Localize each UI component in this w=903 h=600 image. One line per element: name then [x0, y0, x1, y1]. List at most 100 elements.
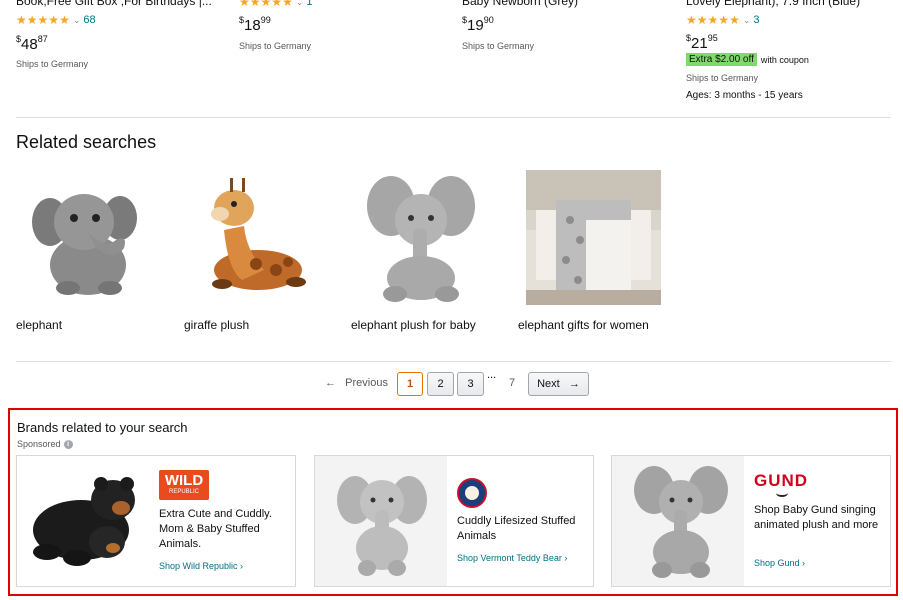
previous-label: Previous: [345, 377, 388, 389]
price-fraction: 99: [260, 15, 271, 25]
star-half-icon: ★: [59, 13, 70, 27]
chevron-down-icon[interactable]: ⌄: [743, 15, 751, 26]
star-full-icon: ★: [16, 13, 27, 27]
star-full-icon: ★: [249, 0, 261, 9]
last-page-number[interactable]: 7: [509, 377, 515, 389]
star-full-icon: ★: [260, 0, 272, 9]
logo-seal: [457, 478, 487, 508]
price-whole: 18: [244, 17, 261, 34]
baby-elephant-plush-image[interactable]: [351, 170, 486, 305]
shipping-info: Ships to Germany: [686, 73, 759, 83]
price-whole: 19: [467, 17, 484, 34]
wild-republic-logo[interactable]: WILD REPUBLIC: [159, 470, 209, 500]
product-price[interactable]: $1990: [462, 15, 494, 34]
coupon-badge[interactable]: Extra $2.00 off: [686, 53, 757, 66]
star-full-icon: ★: [282, 0, 293, 9]
elephant-blanket-image[interactable]: [526, 170, 661, 305]
product-price[interactable]: $2195: [686, 33, 718, 52]
brands-related-section: Brands related to your search Sponsored …: [8, 408, 898, 596]
price-fraction: 95: [707, 33, 718, 43]
star-full-icon: ★: [729, 13, 740, 27]
next-page-button[interactable]: Next →: [528, 372, 589, 396]
coupon-offer[interactable]: Extra $2.00 off with coupon: [686, 53, 809, 66]
star-full-icon: ★: [37, 13, 49, 27]
logo-text: GUND: [754, 471, 809, 490]
brands-section-title: Brands related to your search: [17, 420, 188, 435]
related-search-label[interactable]: elephant gifts for women: [518, 318, 649, 332]
chevron-down-icon[interactable]: ⌄: [296, 0, 304, 8]
related-search-label[interactable]: elephant plush for baby: [351, 318, 476, 332]
elephant-plush-image[interactable]: [16, 170, 151, 305]
product-price[interactable]: $1899: [239, 15, 271, 34]
section-divider: [16, 361, 891, 362]
star-full-icon: ★: [707, 13, 719, 27]
black-bear-plush-image[interactable]: [17, 456, 149, 586]
currency-symbol: $: [686, 33, 692, 43]
sponsored-text: Sponsored: [17, 439, 61, 449]
related-search-elephant-plush-for-baby[interactable]: elephant plush for baby: [351, 170, 501, 332]
related-search-giraffe-plush[interactable]: giraffe plush: [184, 170, 334, 332]
currency-symbol: $: [16, 34, 22, 44]
product-rating[interactable]: ★ ★ ★ ★ ★ ⌄ 1: [239, 0, 313, 9]
star-full-icon: ★: [271, 0, 283, 9]
page-number: 1: [406, 378, 414, 390]
product-title[interactable]: Lovely Elephant), 7.9 Inch (Blue): [686, 0, 860, 8]
brand-card-wild-republic[interactable]: WILD REPUBLIC Extra Cute and Cuddly. Mom…: [16, 455, 296, 587]
product-title[interactable]: Baby Newborn (Grey): [462, 0, 578, 8]
age-range: Ages: 3 months - 15 years: [686, 90, 803, 101]
previous-page-button[interactable]: ← Previous: [325, 377, 388, 389]
rating-count[interactable]: 1: [306, 0, 312, 8]
page-2-button[interactable]: 2: [427, 372, 454, 396]
star-full-icon: ★: [48, 13, 60, 27]
product-rating[interactable]: ★ ★ ★ ★ ★ ⌄ 3: [686, 13, 760, 27]
bear-icon: [465, 486, 479, 500]
star-full-icon: ★: [26, 13, 38, 27]
gray-elephant-plush-image[interactable]: [315, 456, 447, 586]
product-title[interactable]: Book,Free Gift Box ,For Birthdays |...: [16, 0, 212, 8]
shipping-info: Ships to Germany: [239, 41, 312, 51]
related-search-label[interactable]: elephant: [16, 318, 62, 332]
brand-description: Shop Baby Gund singing animated plush an…: [754, 504, 879, 531]
section-divider: [16, 117, 891, 118]
brand-description: Extra Cute and Cuddly. Mom & Baby Stuffe…: [159, 508, 272, 550]
rating-count[interactable]: 68: [83, 14, 95, 26]
price-fraction: 87: [37, 34, 48, 44]
arrow-left-icon: ←: [325, 377, 336, 389]
page-number: 3: [467, 378, 474, 390]
related-searches-heading: Related searches: [16, 132, 157, 152]
shipping-info: Ships to Germany: [462, 41, 535, 51]
vermont-teddy-bear-logo[interactable]: [457, 478, 489, 510]
page-3-button[interactable]: 3: [457, 372, 484, 396]
related-search-elephant-gifts-for-women[interactable]: elephant gifts for women: [518, 170, 668, 332]
star-full-icon: ★: [239, 0, 250, 9]
star-full-icon: ★: [696, 13, 708, 27]
star-full-icon: ★: [686, 13, 697, 27]
arrow-right-icon: →: [568, 378, 580, 390]
product-rating[interactable]: ★ ★ ★ ★ ★ ⌄ 68: [16, 13, 96, 27]
related-search-label[interactable]: giraffe plush: [184, 318, 249, 332]
sponsored-label[interactable]: Sponsored i: [17, 439, 73, 449]
gund-logo[interactable]: GUND: [754, 472, 814, 498]
shipping-info: Ships to Germany: [16, 59, 89, 69]
brand-card-vermont-teddy-bear[interactable]: Cuddly Lifesized Stuffed Animals Shop Ve…: [314, 455, 594, 587]
chevron-down-icon[interactable]: ⌄: [73, 15, 81, 26]
giraffe-plush-image[interactable]: [184, 170, 319, 305]
shop-brand-link[interactable]: Shop Vermont Teddy Bear ›: [457, 553, 567, 563]
bear-face-icon: [776, 489, 788, 497]
product-price[interactable]: $4887: [16, 34, 48, 53]
price-whole: 48: [21, 36, 38, 53]
logo-text: WILD: [164, 472, 204, 489]
next-label: Next: [537, 378, 560, 390]
elephant-plush-gund-image[interactable]: [612, 456, 744, 586]
pagination-ellipsis: ...: [487, 369, 497, 381]
rating-count[interactable]: 3: [753, 14, 759, 26]
shop-brand-link[interactable]: Shop Wild Republic ›: [159, 561, 243, 571]
info-icon[interactable]: i: [63, 439, 73, 449]
page-1-button[interactable]: 1: [397, 372, 423, 396]
logo-subtext: REPUBLIC: [168, 489, 199, 495]
shop-brand-link[interactable]: Shop Gund ›: [754, 558, 805, 568]
related-search-elephant[interactable]: elephant: [16, 170, 166, 332]
brand-card-gund[interactable]: GUND Shop Baby Gund singing animated plu…: [611, 455, 891, 587]
page-number: 2: [437, 378, 444, 390]
coupon-suffix: with coupon: [760, 54, 809, 65]
